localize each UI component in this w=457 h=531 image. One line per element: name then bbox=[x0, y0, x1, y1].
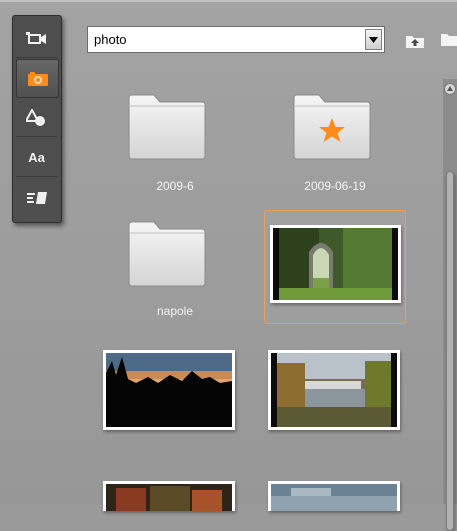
photo-thumbnail bbox=[103, 350, 235, 430]
video-camera-icon bbox=[25, 31, 46, 44]
photo-tab[interactable] bbox=[16, 59, 59, 98]
scroll-up-button[interactable] bbox=[443, 82, 457, 96]
shapes-tab[interactable] bbox=[16, 99, 57, 137]
folder-icon bbox=[128, 94, 206, 160]
folder-path-combobox[interactable]: photo bbox=[87, 26, 385, 53]
folder-icon bbox=[441, 34, 457, 46]
media-type-toolbar: Aa bbox=[12, 15, 62, 223]
folder-up-icon bbox=[406, 36, 424, 48]
photo-item[interactable] bbox=[103, 481, 235, 511]
library-panel: Aa photo 2009-6 2009-06-19 napole bbox=[0, 0, 457, 531]
vertical-scrollbar[interactable] bbox=[443, 79, 457, 531]
photo-autumn-trees bbox=[106, 484, 232, 511]
folder-caption: 2009-6 bbox=[156, 179, 194, 193]
dropdown-button[interactable] bbox=[365, 29, 382, 50]
scroll-up-icon bbox=[444, 83, 456, 95]
photo-item-selected[interactable] bbox=[264, 210, 406, 324]
parent-folder-button[interactable] bbox=[403, 31, 427, 51]
photo-garden-arch bbox=[273, 228, 398, 300]
view-options-button[interactable] bbox=[441, 31, 457, 51]
transition-icon bbox=[26, 191, 47, 204]
photo-sunset-silhouette bbox=[106, 353, 232, 427]
folder-caption: napole bbox=[156, 304, 194, 318]
photo-sky bbox=[271, 484, 397, 511]
folder-item[interactable]: napole bbox=[105, 214, 245, 332]
photo-harbor bbox=[271, 353, 397, 427]
photo-camera-icon bbox=[27, 71, 48, 86]
transitions-tab[interactable] bbox=[16, 179, 57, 216]
folder-icon bbox=[128, 221, 206, 287]
folder-item[interactable]: 2009-6 bbox=[105, 89, 245, 207]
video-tab[interactable] bbox=[16, 20, 57, 58]
photo-item[interactable] bbox=[268, 350, 400, 430]
chevron-down-icon bbox=[369, 36, 378, 43]
photo-item[interactable] bbox=[268, 481, 400, 511]
photo-thumbnail bbox=[270, 225, 401, 303]
titles-tab[interactable]: Aa bbox=[16, 139, 57, 177]
photo-item[interactable] bbox=[103, 350, 235, 430]
folder-path-value: photo bbox=[94, 32, 127, 47]
folder-icon bbox=[293, 94, 371, 160]
photo-thumbnail bbox=[268, 481, 400, 511]
folder-item-starred[interactable]: 2009-06-19 bbox=[265, 89, 405, 207]
photo-thumbnail bbox=[103, 481, 235, 511]
scroll-thumb[interactable] bbox=[446, 171, 454, 531]
folder-caption: 2009-06-19 bbox=[304, 179, 366, 193]
photo-thumbnail bbox=[268, 350, 400, 430]
shapes-icon bbox=[25, 108, 45, 126]
text-aa-icon: Aa bbox=[28, 150, 45, 165]
